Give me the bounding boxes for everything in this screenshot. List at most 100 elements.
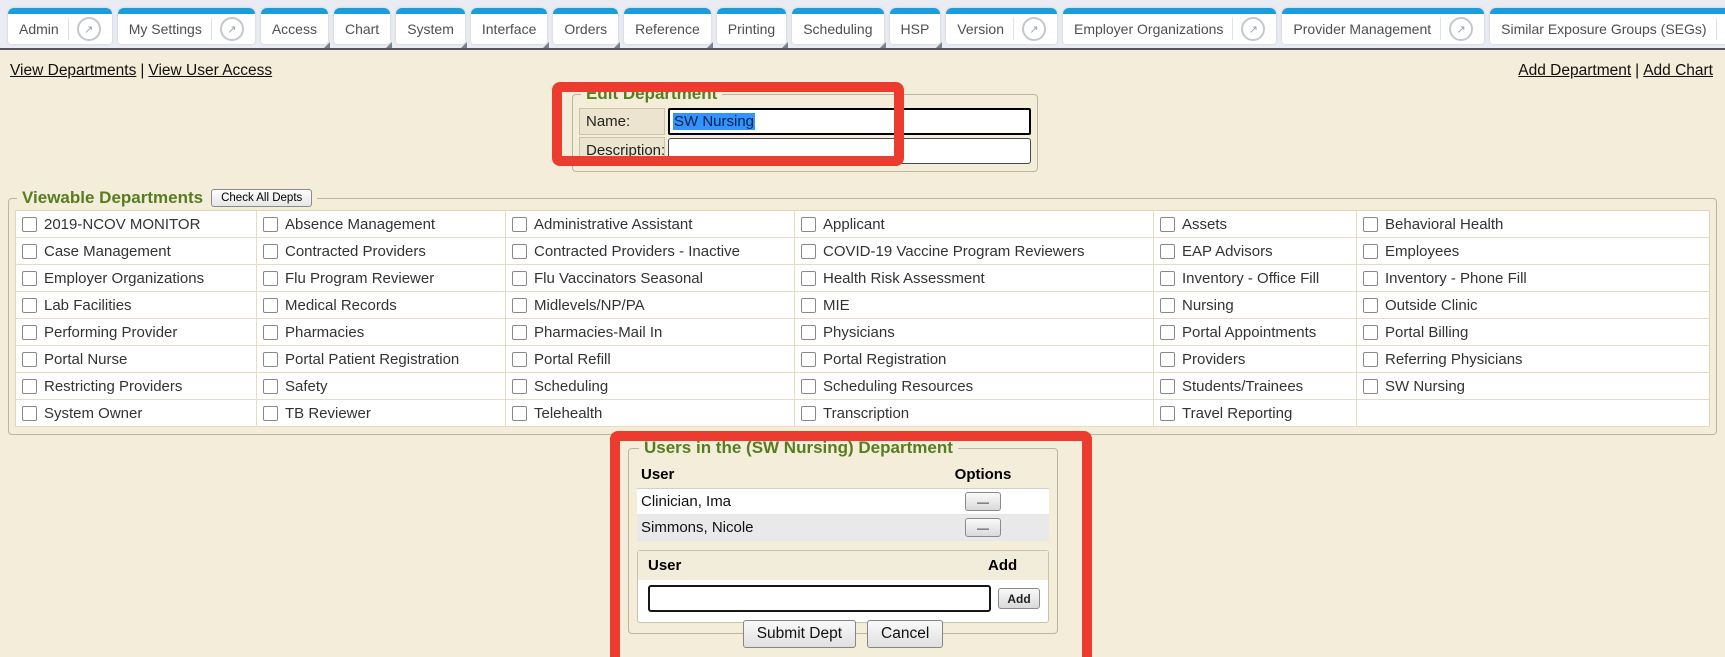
remove-user-button[interactable]: — xyxy=(965,492,1001,511)
checkbox-icon[interactable] xyxy=(1160,298,1175,313)
checkbox-icon[interactable] xyxy=(801,352,816,367)
department-cell-contracted-providers[interactable]: Contracted Providers xyxy=(257,238,506,265)
checkbox-icon[interactable] xyxy=(263,379,278,394)
checkbox-icon[interactable] xyxy=(801,217,816,232)
checkbox-icon[interactable] xyxy=(22,244,37,259)
department-cell-applicant[interactable]: Applicant xyxy=(795,211,1154,238)
department-cell-employees[interactable]: Employees xyxy=(1357,238,1709,265)
checkbox-icon[interactable] xyxy=(22,298,37,313)
department-cell-pharmacies-mail-in[interactable]: Pharmacies-Mail In xyxy=(506,319,795,346)
remove-user-button[interactable]: — xyxy=(965,518,1001,537)
department-cell-portal-billing[interactable]: Portal Billing xyxy=(1357,319,1709,346)
department-name-input[interactable]: SW Nursing xyxy=(668,108,1031,135)
department-cell-telehealth[interactable]: Telehealth xyxy=(506,400,795,427)
department-cell-system-owner[interactable]: System Owner xyxy=(16,400,257,427)
checkbox-icon[interactable] xyxy=(1363,325,1378,340)
tab-admin[interactable]: Admin↗ xyxy=(8,8,112,44)
department-cell-nursing[interactable]: Nursing xyxy=(1154,292,1357,319)
department-cell-mie[interactable]: MIE xyxy=(795,292,1154,319)
department-cell-portal-registration[interactable]: Portal Registration xyxy=(795,346,1154,373)
checkbox-icon[interactable] xyxy=(1160,217,1175,232)
check-all-depts-button[interactable]: Check All Depts xyxy=(211,189,312,207)
department-cell-outside-clinic[interactable]: Outside Clinic xyxy=(1357,292,1709,319)
view-user-access-link[interactable]: View User Access xyxy=(148,62,272,79)
checkbox-icon[interactable] xyxy=(1160,406,1175,421)
checkbox-icon[interactable] xyxy=(512,217,527,232)
checkbox-icon[interactable] xyxy=(512,325,527,340)
department-cell-tb-reviewer[interactable]: TB Reviewer xyxy=(257,400,506,427)
department-cell-transcription[interactable]: Transcription xyxy=(795,400,1154,427)
checkbox-icon[interactable] xyxy=(263,406,278,421)
checkbox-icon[interactable] xyxy=(263,217,278,232)
department-cell-safety[interactable]: Safety xyxy=(257,373,506,400)
department-cell-2019-ncov-monitor[interactable]: 2019-NCOV MONITOR xyxy=(16,211,257,238)
tab-interface[interactable]: Interface xyxy=(471,8,547,44)
checkbox-icon[interactable] xyxy=(512,298,527,313)
department-cell-students-trainees[interactable]: Students/Trainees xyxy=(1154,373,1357,400)
tab-similar-exposure-groups-segs[interactable]: Similar Exposure Groups (SEGs)↗ xyxy=(1490,8,1725,44)
checkbox-icon[interactable] xyxy=(1160,352,1175,367)
department-cell-referring-physicians[interactable]: Referring Physicians xyxy=(1357,346,1709,373)
department-cell-inventory-office-fill[interactable]: Inventory - Office Fill xyxy=(1154,265,1357,292)
checkbox-icon[interactable] xyxy=(1363,271,1378,286)
department-cell-contracted-providers-inactive[interactable]: Contracted Providers - Inactive xyxy=(506,238,795,265)
tab-provider-management[interactable]: Provider Management↗ xyxy=(1282,8,1484,44)
department-cell-portal-refill[interactable]: Portal Refill xyxy=(506,346,795,373)
tab-version[interactable]: Version↗ xyxy=(946,8,1057,44)
checkbox-icon[interactable] xyxy=(512,244,527,259)
checkbox-icon[interactable] xyxy=(801,406,816,421)
checkbox-icon[interactable] xyxy=(1160,325,1175,340)
department-cell-sw-nursing[interactable]: SW Nursing xyxy=(1357,373,1709,400)
checkbox-icon[interactable] xyxy=(1160,271,1175,286)
tab-printing[interactable]: Printing xyxy=(717,8,786,44)
department-cell-travel-reporting[interactable]: Travel Reporting xyxy=(1154,400,1357,427)
department-description-input[interactable] xyxy=(668,138,1031,164)
tab-system[interactable]: System xyxy=(396,8,465,44)
checkbox-icon[interactable] xyxy=(263,325,278,340)
view-departments-link[interactable]: View Departments xyxy=(10,62,136,79)
checkbox-icon[interactable] xyxy=(22,352,37,367)
department-cell-covid-19-vaccine-program-reviewers[interactable]: COVID-19 Vaccine Program Reviewers xyxy=(795,238,1154,265)
department-cell-midlevels-np-pa[interactable]: Midlevels/NP/PA xyxy=(506,292,795,319)
open-new-window-icon[interactable]: ↗ xyxy=(1022,17,1046,41)
checkbox-icon[interactable] xyxy=(263,298,278,313)
checkbox-icon[interactable] xyxy=(801,271,816,286)
checkbox-icon[interactable] xyxy=(1160,379,1175,394)
add-chart-link[interactable]: Add Chart xyxy=(1643,62,1713,79)
checkbox-icon[interactable] xyxy=(1363,217,1378,232)
department-cell-performing-provider[interactable]: Performing Provider xyxy=(16,319,257,346)
tab-access[interactable]: Access xyxy=(261,8,328,44)
department-cell-portal-nurse[interactable]: Portal Nurse xyxy=(16,346,257,373)
department-cell-behavioral-health[interactable]: Behavioral Health xyxy=(1357,211,1709,238)
checkbox-icon[interactable] xyxy=(1363,244,1378,259)
checkbox-icon[interactable] xyxy=(263,271,278,286)
department-cell-providers[interactable]: Providers xyxy=(1154,346,1357,373)
checkbox-icon[interactable] xyxy=(512,352,527,367)
checkbox-icon[interactable] xyxy=(512,271,527,286)
department-cell-assets[interactable]: Assets xyxy=(1154,211,1357,238)
checkbox-icon[interactable] xyxy=(1160,244,1175,259)
department-cell-portal-patient-registration[interactable]: Portal Patient Registration xyxy=(257,346,506,373)
department-cell-eap-advisors[interactable]: EAP Advisors xyxy=(1154,238,1357,265)
department-cell-lab-facilities[interactable]: Lab Facilities xyxy=(16,292,257,319)
checkbox-icon[interactable] xyxy=(512,406,527,421)
department-cell-employer-organizations[interactable]: Employer Organizations xyxy=(16,265,257,292)
department-cell-inventory-phone-fill[interactable]: Inventory - Phone Fill xyxy=(1357,265,1709,292)
department-cell-medical-records[interactable]: Medical Records xyxy=(257,292,506,319)
department-cell-health-risk-assessment[interactable]: Health Risk Assessment xyxy=(795,265,1154,292)
checkbox-icon[interactable] xyxy=(1363,379,1378,394)
open-new-window-icon[interactable]: ↗ xyxy=(1241,17,1265,41)
tab-employer-organizations[interactable]: Employer Organizations↗ xyxy=(1063,8,1276,44)
tab-scheduling[interactable]: Scheduling xyxy=(792,8,883,44)
department-cell-scheduling[interactable]: Scheduling xyxy=(506,373,795,400)
tab-orders[interactable]: Orders xyxy=(553,8,618,44)
department-cell-administrative-assistant[interactable]: Administrative Assistant xyxy=(506,211,795,238)
checkbox-icon[interactable] xyxy=(22,217,37,232)
department-cell-flu-vaccinators-seasonal[interactable]: Flu Vaccinators Seasonal xyxy=(506,265,795,292)
department-cell-case-management[interactable]: Case Management xyxy=(16,238,257,265)
tab-chart[interactable]: Chart xyxy=(334,8,390,44)
checkbox-icon[interactable] xyxy=(801,244,816,259)
checkbox-icon[interactable] xyxy=(263,352,278,367)
department-cell-scheduling-resources[interactable]: Scheduling Resources xyxy=(795,373,1154,400)
add-department-link[interactable]: Add Department xyxy=(1518,62,1631,79)
